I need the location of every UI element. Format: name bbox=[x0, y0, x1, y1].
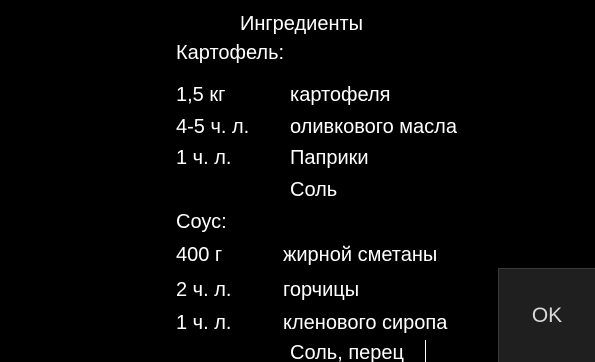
ingredient-quantity: 1,5 кг bbox=[176, 84, 226, 106]
ingredient-name: Соль, перец bbox=[290, 342, 404, 362]
ingredient-quantity: 400 г bbox=[176, 244, 223, 266]
ingredient-name: кленового сиропа bbox=[283, 312, 448, 334]
ok-button-label: OK bbox=[531, 304, 563, 327]
ingredient-name: горчицы bbox=[283, 279, 360, 301]
ingredient-name: оливкового масла bbox=[290, 116, 457, 138]
ingredient-quantity: 4-5 ч. л. bbox=[176, 116, 250, 138]
ingredient-name: Соль bbox=[290, 179, 338, 201]
ingredient-quantity: 2 ч. л. bbox=[176, 279, 232, 301]
ingredients-screen: Ингредиенты Картофель: 1,5 кг картофеля … bbox=[0, 0, 595, 362]
ingredient-name: картофеля bbox=[290, 84, 391, 106]
ingredient-quantity: 1 ч. л. bbox=[176, 312, 232, 334]
section-label-sauce: Соус: bbox=[176, 211, 227, 233]
text-cursor bbox=[425, 340, 426, 362]
ingredient-quantity: 1 ч. л. bbox=[176, 147, 232, 169]
ingredient-name: жирной сметаны bbox=[283, 244, 438, 266]
section-label-potatoes: Картофель: bbox=[176, 42, 285, 64]
page-title: Ингредиенты bbox=[239, 13, 364, 35]
ingredient-name: Паприки bbox=[290, 147, 369, 169]
ok-button[interactable]: OK bbox=[498, 268, 595, 362]
